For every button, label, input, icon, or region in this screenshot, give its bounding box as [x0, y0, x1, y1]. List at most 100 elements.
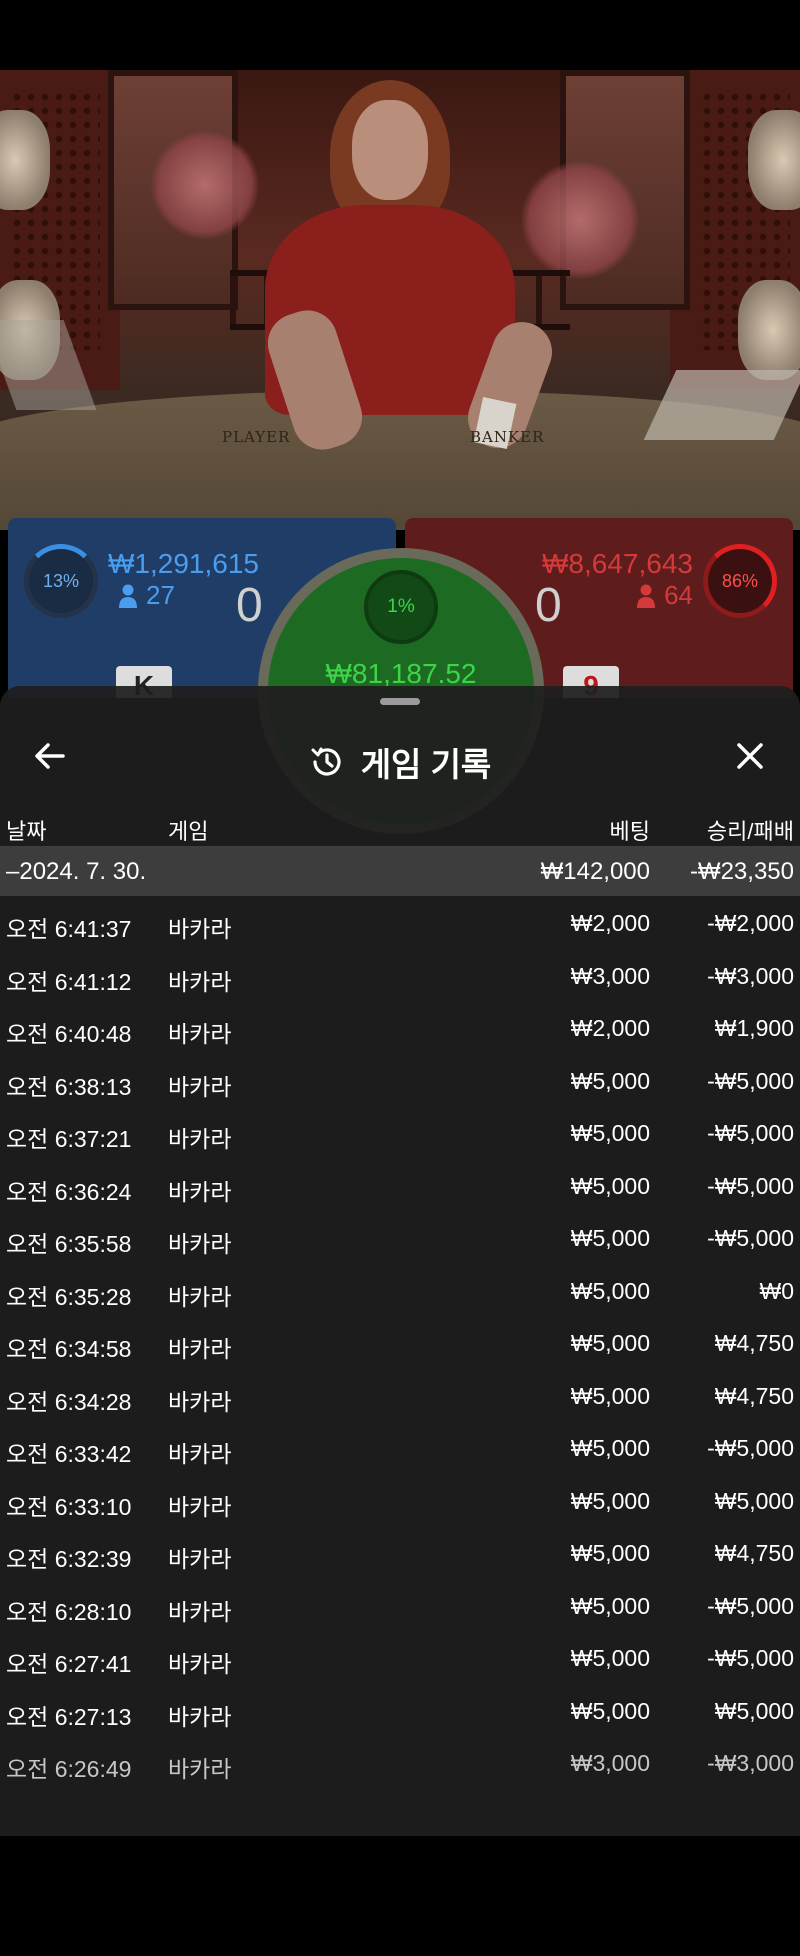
- row-bet: ₩5,000: [570, 1330, 650, 1356]
- row-result: -₩5,000: [707, 1435, 794, 1461]
- row-game: 바카라: [168, 916, 232, 942]
- row-game: 바카라: [168, 1336, 232, 1362]
- row-date: 오전 6:38:13: [6, 1073, 132, 1100]
- row-game: 바카라: [168, 1546, 232, 1572]
- row-result: -₩3,000: [707, 1750, 794, 1776]
- table-row[interactable]: 오전 6:40:48 바카라 ₩2,000 ₩1,900: [0, 1001, 800, 1054]
- row-result: ₩0: [759, 1277, 795, 1304]
- table-label-player: PLAYER: [222, 428, 291, 446]
- row-result: -₩3,000: [707, 962, 794, 989]
- row-result: ₩5,000: [714, 1487, 794, 1514]
- row-bet: ₩5,000: [570, 1697, 650, 1724]
- player-score: 0: [236, 579, 263, 632]
- lantern: [748, 110, 800, 210]
- row-bet: ₩2,000: [570, 1015, 650, 1041]
- game-history-sheet: 게임 기록 날짜 게임 베팅 승리/패배 –2024. 7. 30. ₩142,…: [0, 686, 800, 1836]
- column-game: 게임: [168, 819, 209, 844]
- row-bet: ₩5,000: [570, 1225, 650, 1251]
- row-result: ₩4,750: [714, 1382, 794, 1409]
- row-result: ₩4,750: [714, 1540, 794, 1566]
- table-row[interactable]: 오전 6:26:49 바카라 ₩3,000 -₩3,000: [0, 1736, 800, 1789]
- table-row[interactable]: 오전 6:28:10 바카라 ₩5,000 -₩5,000: [0, 1579, 800, 1632]
- row-game: 바카라: [168, 968, 232, 995]
- table-row[interactable]: 오전 6:36:24 바카라 ₩5,000 -₩5,000: [0, 1159, 800, 1212]
- banker-total-amount: ₩8,647,643: [542, 548, 693, 579]
- row-date: 오전 6:41:12: [6, 968, 132, 995]
- row-game: 바카라: [168, 1441, 232, 1467]
- row-date: 오전 6:27:13: [6, 1703, 132, 1730]
- card-shoe: [643, 370, 800, 440]
- table-row[interactable]: 오전 6:27:41 바카라 ₩5,000 -₩5,000: [0, 1631, 800, 1684]
- row-game: 바카라: [168, 1703, 232, 1730]
- sheet-title: 게임 기록: [360, 746, 492, 783]
- sheet-header: 게임 기록: [0, 716, 800, 796]
- row-result: -₩5,000: [707, 1067, 794, 1094]
- close-button[interactable]: [722, 728, 778, 784]
- table-row[interactable]: 오전 6:27:13 바카라 ₩5,000 ₩5,000: [0, 1684, 800, 1737]
- table-row[interactable]: 오전 6:35:28 바카라 ₩5,000 ₩0: [0, 1264, 800, 1317]
- table-row[interactable]: 오전 6:35:58 바카라 ₩5,000 -₩5,000: [0, 1211, 800, 1264]
- history-table: –2024. 7. 30. ₩142,000 -₩23,350 오전 6:41:…: [0, 846, 800, 1789]
- row-date: 오전 6:27:41: [6, 1651, 132, 1677]
- row-game: 바카라: [168, 1126, 232, 1152]
- lantern: [0, 110, 50, 210]
- column-date: 날짜: [6, 819, 47, 844]
- row-bet: ₩5,000: [570, 1592, 650, 1619]
- row-result: -₩5,000: [707, 1645, 794, 1671]
- row-result: ₩4,750: [714, 1330, 794, 1356]
- table-row[interactable]: 오전 6:33:42 바카라 ₩5,000 -₩5,000: [0, 1421, 800, 1474]
- row-game: 바카라: [168, 1021, 232, 1047]
- banker-score: 0: [535, 579, 562, 632]
- history-rows: 오전 6:41:37 바카라 ₩2,000 -₩2,000 오전 6:41:12 바카라 ₩…: [0, 896, 800, 1789]
- row-bet: ₩5,000: [570, 1540, 650, 1566]
- banker-percent-ring: 86%: [703, 544, 777, 618]
- table-row[interactable]: 오전 6:33:10 바카라 ₩5,000 ₩5,000: [0, 1474, 800, 1527]
- table-row[interactable]: 오전 6:34:58 바카라 ₩5,000 ₩4,750: [0, 1316, 800, 1369]
- row-result: ₩1,900: [714, 1015, 794, 1041]
- row-date: 오전 6:26:49: [6, 1756, 132, 1782]
- table-row[interactable]: 오전 6:37:21 바카라 ₩5,000 -₩5,000: [0, 1106, 800, 1159]
- row-date: 오전 6:37:21: [6, 1126, 132, 1152]
- player-percent-ring: 13%: [24, 544, 98, 618]
- row-bet: ₩5,000: [570, 1645, 650, 1671]
- table-row[interactable]: 오전 6:38:13 바카라 ₩5,000 -₩5,000: [0, 1054, 800, 1107]
- banker-count: 64: [636, 580, 693, 611]
- player-total-amount: ₩1,291,615: [108, 548, 259, 579]
- row-date: 오전 6:35:58: [6, 1231, 132, 1257]
- column-result: 승리/패배: [706, 819, 794, 844]
- row-result: -₩2,000: [707, 910, 794, 936]
- close-icon: [737, 743, 763, 769]
- lantern: [738, 280, 800, 380]
- row-date: 오전 6:41:37: [6, 916, 132, 942]
- table-row[interactable]: 오전 6:41:12 바카라 ₩3,000 -₩3,000: [0, 949, 800, 1002]
- row-result: ₩5,000: [714, 1697, 794, 1724]
- summary-bet: ₩142,000: [540, 858, 650, 885]
- table-label-banker: BANKER: [470, 428, 545, 446]
- row-game: 바카라: [168, 1651, 232, 1677]
- date-summary-row[interactable]: –2024. 7. 30. ₩142,000 -₩23,350: [0, 846, 800, 896]
- row-date: 오전 6:32:39: [6, 1546, 132, 1572]
- row-bet: ₩5,000: [570, 1277, 650, 1304]
- status-bar: [0, 0, 800, 70]
- row-game: 바카라: [168, 1598, 232, 1625]
- history-icon: [311, 747, 341, 776]
- row-game: 바카라: [168, 1388, 232, 1415]
- person-icon: [119, 584, 137, 608]
- table-row[interactable]: 오전 6:32:39 바카라 ₩5,000 ₩4,750: [0, 1526, 800, 1579]
- table-row[interactable]: 오전 6:34:28 바카라 ₩5,000 ₩4,750: [0, 1369, 800, 1422]
- history-table-header: 날짜 게임 베팅 승리/패배: [0, 804, 800, 844]
- row-game: 바카라: [168, 1493, 232, 1520]
- row-game: 바카라: [168, 1756, 232, 1782]
- column-bet: 베팅: [609, 819, 650, 844]
- row-date: 오전 6:34:28: [6, 1388, 132, 1415]
- row-date: 오전 6:33:42: [6, 1441, 132, 1467]
- row-date: 오전 6:35:28: [6, 1283, 132, 1310]
- table-row[interactable]: 오전 6:41:37 바카라 ₩2,000 -₩2,000: [0, 896, 800, 949]
- player-count: 27: [118, 580, 175, 611]
- row-bet: ₩3,000: [570, 962, 650, 989]
- sheet-drag-handle[interactable]: [380, 698, 420, 705]
- row-bet: ₩5,000: [570, 1120, 650, 1146]
- row-date: 오전 6:33:10: [6, 1493, 132, 1520]
- person-icon: [637, 584, 656, 608]
- row-game: 바카라: [168, 1073, 232, 1100]
